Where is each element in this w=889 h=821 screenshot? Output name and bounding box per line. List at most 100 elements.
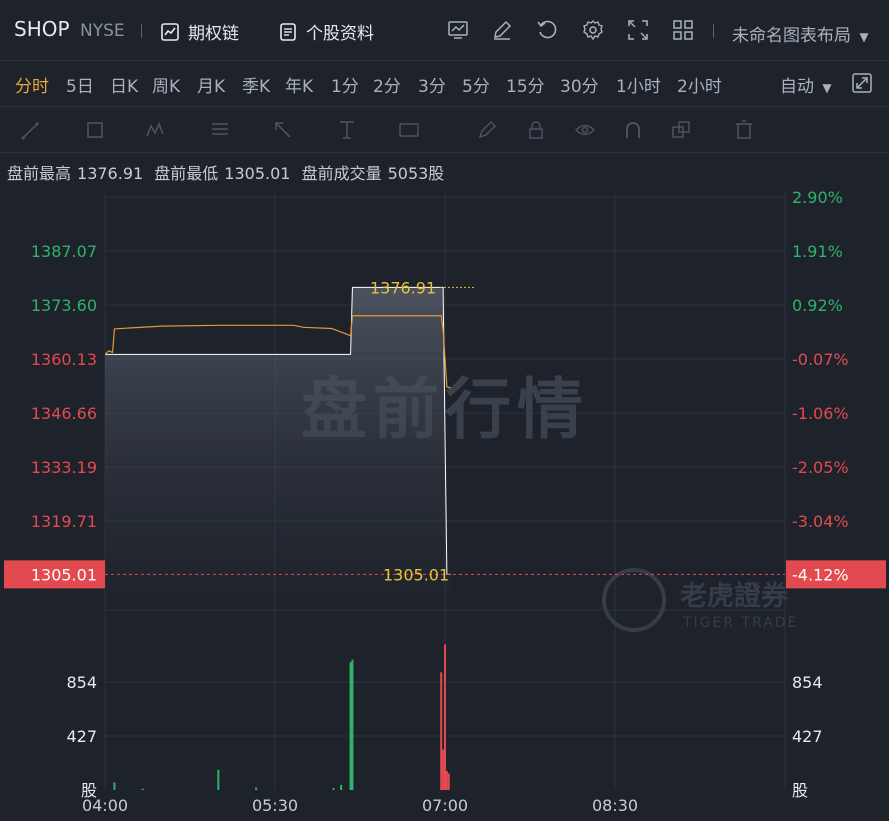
average-line bbox=[104, 315, 451, 389]
y-tick-right: -0.07% bbox=[792, 350, 849, 369]
price-line bbox=[105, 286, 451, 575]
document-icon bbox=[280, 22, 296, 41]
period-tab-1[interactable]: 5日 bbox=[66, 72, 94, 97]
edit-icon[interactable] bbox=[491, 19, 513, 41]
chart-box-icon bbox=[161, 22, 179, 41]
premarket-high-label: 盘前最高 bbox=[7, 164, 72, 183]
volume-bar bbox=[255, 787, 258, 790]
rectangle-icon[interactable] bbox=[84, 119, 106, 141]
watermark-text: 盘前行情 bbox=[301, 371, 589, 448]
current-pct-label: -4.12% bbox=[792, 565, 849, 584]
measure-icon[interactable] bbox=[336, 119, 358, 141]
high-marker-label: 1376.91 bbox=[370, 278, 436, 297]
grid-layout-icon[interactable] bbox=[672, 19, 694, 41]
arrow-icon[interactable] bbox=[272, 119, 294, 141]
premarket-low-value: 1305.01 bbox=[224, 164, 291, 183]
eye-icon[interactable] bbox=[574, 119, 596, 141]
period-tab-6[interactable]: 年K bbox=[285, 72, 313, 97]
stock-profile-button[interactable]: 个股资料 bbox=[278, 19, 374, 44]
caret-down-icon: ▼ bbox=[859, 30, 869, 44]
y-tick-right: -3.04% bbox=[792, 512, 849, 531]
volume-bar bbox=[447, 773, 450, 790]
trash-icon[interactable] bbox=[733, 119, 755, 141]
period-tab-4[interactable]: 月K bbox=[197, 72, 225, 97]
volume-tick-left: 854 bbox=[66, 673, 97, 692]
premarket-info: 盘前最高 1376.91 盘前最低 1305.01 盘前成交量 5053股 bbox=[7, 160, 450, 184]
period-tab-5[interactable]: 季K bbox=[242, 72, 270, 97]
y-tick-right: 1.91% bbox=[792, 242, 843, 261]
volume-tick-left: 427 bbox=[66, 727, 97, 746]
premarket-volume-label: 盘前成交量 bbox=[301, 164, 382, 183]
current-price-label: 1305.01 bbox=[31, 565, 97, 584]
gear-icon[interactable] bbox=[582, 19, 604, 41]
volume-tick-right: 854 bbox=[792, 673, 823, 692]
premarket-low-label: 盘前最低 bbox=[154, 164, 219, 183]
volume-bar bbox=[444, 644, 446, 790]
period-tab-13[interactable]: 1小时 bbox=[616, 72, 661, 97]
magnet-icon[interactable] bbox=[622, 119, 644, 141]
indicator-icon[interactable] bbox=[447, 19, 469, 41]
current-pct-badge bbox=[786, 560, 886, 589]
y-tick-left: 1387.07 bbox=[31, 242, 97, 261]
volume-bar bbox=[440, 672, 443, 790]
period-tabs: 分时 5日 日K 周K 月K 季K 年K 1分 2分 3分 5分 15分 30分 1小时 2小时 bbox=[0, 60, 889, 107]
premarket-volume-value: 5053股 bbox=[387, 164, 445, 183]
low-marker-label: 1305.01 bbox=[383, 565, 449, 584]
x-tick: 05:30 bbox=[252, 796, 298, 815]
volume-unit-right: 股 bbox=[792, 781, 808, 800]
expand-icon[interactable] bbox=[851, 72, 873, 94]
volume-bar bbox=[332, 788, 335, 790]
mode-selector[interactable]: 自动 ▼ bbox=[780, 72, 832, 97]
brand-logo bbox=[602, 568, 666, 632]
volume-bar bbox=[141, 788, 144, 790]
x-tick: 04:00 bbox=[82, 796, 128, 815]
y-tick-left: 1333.19 bbox=[31, 458, 97, 477]
lock-icon[interactable] bbox=[525, 119, 547, 141]
volume-unit-left: 股 bbox=[81, 781, 97, 800]
trend-line-icon[interactable] bbox=[20, 119, 42, 141]
period-tab-12[interactable]: 30分 bbox=[560, 72, 599, 97]
period-tab-9[interactable]: 3分 bbox=[418, 72, 446, 97]
y-tick-left: 1346.66 bbox=[31, 404, 97, 423]
x-tick: 07:00 bbox=[422, 796, 468, 815]
period-tab-3[interactable]: 周K bbox=[152, 72, 180, 97]
layers-icon[interactable] bbox=[670, 119, 692, 141]
ticker-symbol: SHOP bbox=[14, 17, 70, 41]
period-tab-0[interactable]: 分时 bbox=[15, 72, 49, 97]
pattern-icon[interactable] bbox=[145, 119, 167, 141]
layout-name-label: 未命名图表布局 bbox=[732, 26, 851, 46]
top-bar: SHOP NYSE 期权链 个股资料 未命名图表布局 ▼ bbox=[0, 0, 889, 61]
divider bbox=[713, 24, 714, 38]
drawing-toolbar bbox=[0, 107, 889, 153]
y-tick-left: 1319.71 bbox=[31, 512, 97, 531]
premarket-high-value: 1376.91 bbox=[77, 164, 144, 183]
text-note-icon[interactable] bbox=[398, 119, 420, 141]
period-tab-2[interactable]: 日K bbox=[110, 72, 138, 97]
options-chain-label: 期权链 bbox=[188, 24, 239, 44]
refresh-icon[interactable] bbox=[536, 19, 558, 41]
y-tick-right: 2.90% bbox=[792, 188, 843, 207]
pen-icon[interactable] bbox=[476, 119, 498, 141]
period-tab-11[interactable]: 15分 bbox=[506, 72, 545, 97]
volume-bar bbox=[113, 782, 116, 790]
volume-bar bbox=[351, 659, 354, 790]
layout-selector[interactable]: 未命名图表布局 ▼ bbox=[732, 21, 869, 46]
y-tick-left: 1360.13 bbox=[31, 350, 97, 369]
period-tab-14[interactable]: 2小时 bbox=[677, 72, 722, 97]
y-tick-left: 1373.60 bbox=[31, 296, 97, 315]
volume-bar bbox=[445, 771, 448, 790]
y-tick-right: 0.92% bbox=[792, 296, 843, 315]
period-tab-8[interactable]: 2分 bbox=[373, 72, 401, 97]
watermark-brand-en: TIGER TRADE bbox=[682, 615, 798, 631]
price-area bbox=[105, 287, 451, 593]
divider bbox=[141, 24, 142, 38]
fullscreen-icon[interactable] bbox=[627, 19, 649, 41]
options-chain-button[interactable]: 期权链 bbox=[160, 19, 239, 44]
y-tick-right: -1.06% bbox=[792, 404, 849, 423]
period-tab-10[interactable]: 5分 bbox=[462, 72, 490, 97]
period-tab-7[interactable]: 1分 bbox=[331, 72, 359, 97]
fibonacci-icon[interactable] bbox=[209, 119, 231, 141]
y-tick-right: -2.05% bbox=[792, 458, 849, 477]
stock-profile-label: 个股资料 bbox=[306, 24, 374, 44]
current-price-badge bbox=[4, 560, 105, 589]
